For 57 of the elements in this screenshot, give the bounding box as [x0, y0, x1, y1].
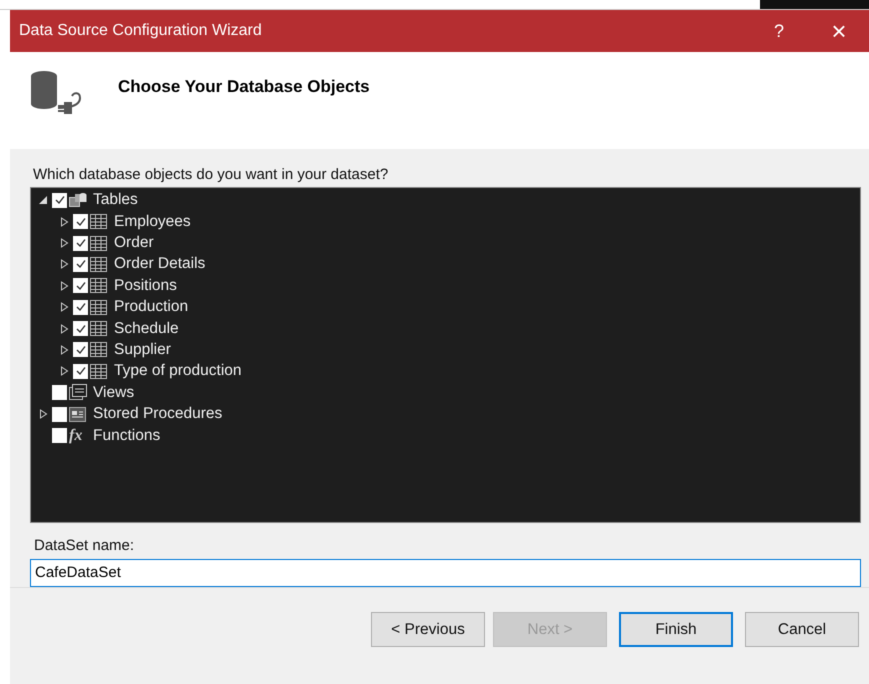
checkbox[interactable]: [52, 406, 67, 422]
table-icon: [90, 321, 107, 336]
tree-item[interactable]: Tables: [93, 191, 138, 210]
expand-icon[interactable]: [60, 280, 69, 291]
tree-item[interactable]: Stored Procedures: [93, 405, 222, 424]
prompt-label: Which database objects do you want in your dataset?: [33, 166, 390, 183]
expand-icon[interactable]: [60, 344, 69, 355]
tree-item[interactable]: Views: [93, 384, 134, 402]
tree-item[interactable]: Functions: [93, 426, 160, 445]
checkbox[interactable]: [73, 342, 88, 358]
tree-item[interactable]: Order: [114, 234, 154, 252]
tree-item[interactable]: Supplier: [114, 340, 171, 359]
expand-icon[interactable]: [60, 366, 69, 376]
table-icon: [90, 278, 107, 294]
page-heading: Choose Your Database Objects: [118, 77, 370, 97]
checkbox[interactable]: [73, 256, 88, 272]
expand-icon[interactable]: [60, 324, 69, 334]
function-icon: fx: [69, 426, 82, 445]
tree-item[interactable]: Type of production: [114, 362, 242, 380]
expand-icon[interactable]: [60, 238, 69, 248]
tree-item[interactable]: Order Details: [114, 255, 206, 274]
table-icon: [90, 256, 107, 272]
checkbox[interactable]: [73, 364, 88, 379]
views-icon: [69, 384, 87, 402]
table-icon: [90, 300, 107, 315]
collapse-icon[interactable]: [39, 195, 48, 206]
dataset-name-field[interactable]: CafeDataSet: [30, 558, 861, 587]
wizard-button[interactable]: < Previous: [371, 612, 485, 648]
checkbox[interactable]: [73, 236, 88, 251]
tree-item[interactable]: Schedule: [114, 320, 179, 338]
wizard-button[interactable]: Cancel: [745, 612, 859, 648]
expand-icon[interactable]: [39, 409, 48, 420]
checkbox[interactable]: [52, 428, 67, 444]
window-title: Data Source Configuration Wizard: [18, 22, 263, 40]
checkbox[interactable]: [73, 214, 88, 230]
expand-icon[interactable]: [60, 259, 69, 270]
expand-icon[interactable]: [60, 216, 69, 227]
wizard-button[interactable]: Finish: [619, 612, 733, 648]
checkbox[interactable]: [52, 192, 67, 208]
table-icon: [90, 236, 107, 251]
expand-icon[interactable]: [60, 302, 69, 312]
table-icon: [90, 342, 107, 358]
checkbox[interactable]: [52, 385, 67, 400]
database-plug-icon: [28, 70, 84, 116]
table-icon: [90, 364, 107, 379]
checkbox[interactable]: [73, 321, 88, 336]
tables-icon: [69, 192, 87, 208]
tree-item[interactable]: Production: [114, 298, 188, 316]
close-button[interactable]: ×: [809, 10, 869, 52]
procedure-icon: [69, 406, 86, 422]
checkbox[interactable]: [73, 300, 88, 315]
help-button[interactable]: ?: [749, 10, 809, 52]
table-icon: [90, 214, 107, 230]
checkbox[interactable]: [73, 278, 88, 294]
dataset-name-label: DataSet name:: [34, 536, 136, 554]
tree-item[interactable]: Employees: [114, 212, 191, 231]
tree-item[interactable]: Positions: [114, 276, 177, 295]
